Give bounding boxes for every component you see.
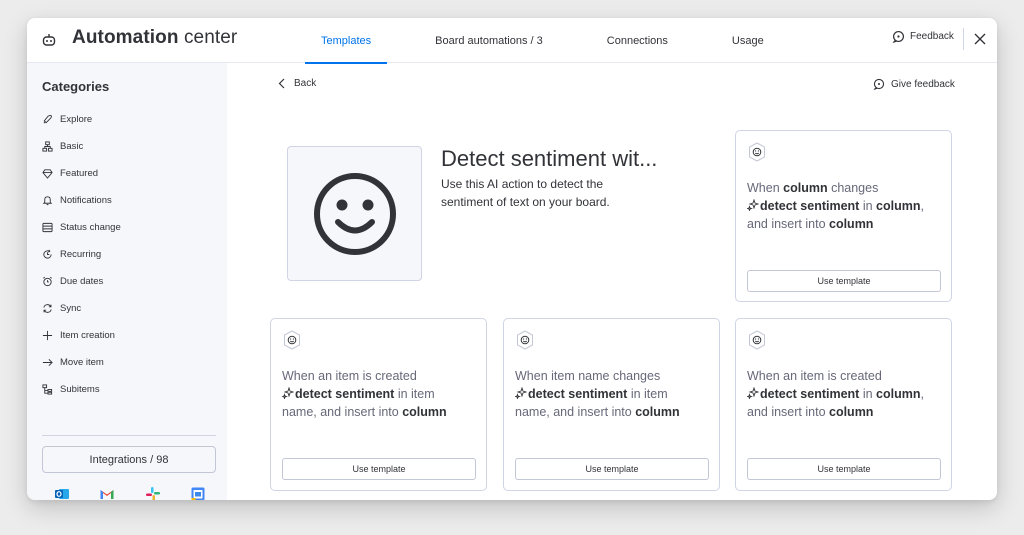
recipe-card[interactable]: When an item is created detect sentiment… [735,318,952,491]
give-feedback-label: Give feedback [891,78,955,90]
sidebar-item-featured[interactable]: Featured [42,160,217,187]
back-button[interactable]: Back [278,78,316,89]
outlook-icon[interactable] [54,486,70,500]
recipe-card[interactable]: When item name changes detect sentiment … [503,318,720,491]
smiley-icon [313,172,396,255]
status-icon [42,222,53,233]
title-light: center [183,27,238,48]
categories-title: Categories [42,79,110,94]
recurring-icon [43,249,52,259]
close-icon[interactable] [970,29,990,49]
sync-icon [43,304,52,313]
integration-icons [54,486,206,500]
dialog-header: Automation center Templates Board automa… [27,18,997,64]
sidebar-item-item-creation[interactable]: Item creation [42,322,217,349]
sidebar-item-explore[interactable]: Explore [42,106,217,133]
diamond-icon [42,169,53,179]
sitemap-icon [42,141,53,152]
smiley-badge-icon [749,330,765,350]
categories-sidebar: Categories Explore Basic Featured Notifi… [27,63,227,500]
chat-bubble-icon [892,30,905,43]
sidebar-item-status-change[interactable]: Status change [42,214,217,241]
google-calendar-icon[interactable] [190,486,206,500]
recipe-text: When an item is created detect sentiment… [282,369,447,419]
recipe-card[interactable]: When an item is created detect sentiment… [270,318,487,491]
tab-usage[interactable]: Usage [700,18,796,63]
sidebar-item-label: Explore [60,114,93,125]
automation-center-dialog: Automation center Templates Board automa… [27,18,997,500]
give-feedback-button[interactable]: Give feedback [873,78,955,90]
chat-bubble-icon [873,78,885,90]
sidebar-item-label: Item creation [60,330,115,341]
sidebar-item-label: Notifications [60,195,112,206]
sidebar-item-recurring[interactable]: Recurring [42,241,217,268]
template-image [287,146,422,281]
smiley-badge-icon [284,330,300,350]
gmail-icon[interactable] [99,486,115,500]
sidebar-item-due-dates[interactable]: Due dates [42,268,217,295]
use-template-button[interactable]: Use template [747,458,941,480]
alarm-icon [43,276,52,287]
sidebar-item-move-item[interactable]: Move item [42,349,217,376]
page-title: Automation center [72,27,237,49]
feedback-label: Feedback [910,31,954,42]
tab-bar: Templates Board automations / 3 Connecti… [289,18,796,64]
feedback-button[interactable]: Feedback [892,30,954,43]
use-template-button[interactable]: Use template [747,270,941,292]
sidebar-item-label: Featured [60,168,99,179]
plus-icon [42,330,53,341]
use-template-button[interactable]: Use template [282,458,476,480]
sidebar-item-label: Move item [60,357,104,368]
sidebar-item-label: Status change [60,222,121,233]
ai-sparkle-icon [747,387,759,399]
sidebar-item-label: Subitems [60,384,100,395]
use-template-button[interactable]: Use template [515,458,709,480]
sidebar-item-subitems[interactable]: Subitems [42,376,217,403]
template-description: Use this AI action to detect the sentime… [441,177,610,209]
integrations-button[interactable]: Integrations / 98 [42,446,216,473]
subitems-icon [42,384,53,395]
tab-templates[interactable]: Templates [289,18,403,64]
back-label: Back [294,78,317,89]
sidebar-item-label: Due dates [60,276,104,287]
template-title: Detect sentiment wit... [441,146,658,171]
smiley-badge-icon [749,142,765,162]
tab-connections[interactable]: Connections [575,18,700,63]
sidebar-item-label: Basic [60,141,84,152]
rocket-icon [43,115,52,124]
ai-sparkle-icon [282,387,294,399]
recipe-text: When item name changes detect sentiment … [515,369,680,419]
chevron-left-icon [278,78,285,89]
sidebar-item-label: Recurring [60,249,102,260]
template-detail: Back Give feedback Detect sentiment wit.… [227,63,997,500]
sidebar-item-basic[interactable]: Basic [42,133,217,160]
header-divider [963,28,964,50]
bell-icon [42,196,53,206]
slack-icon[interactable] [145,486,161,500]
tab-board-automations[interactable]: Board automations / 3 [403,18,575,63]
recipe-text: When column changes detect sentiment in … [747,181,924,231]
sidebar-divider [42,435,216,436]
sidebar-item-notifications[interactable]: Notifications [42,187,217,214]
sidebar-item-label: Sync [60,303,82,314]
ai-sparkle-icon [747,199,759,211]
arrow-right-icon [42,358,53,367]
sidebar-item-sync[interactable]: Sync [42,295,217,322]
ai-sparkle-icon [515,387,527,399]
robot-icon [42,34,56,46]
title-bold: Automation [72,27,179,48]
recipe-text: When an item is created detect sentiment… [747,369,924,419]
category-list: Explore Basic Featured Notifications Sta… [42,106,217,403]
smiley-badge-icon [517,330,533,350]
recipe-card[interactable]: When column changes detect sentiment in … [735,130,952,302]
